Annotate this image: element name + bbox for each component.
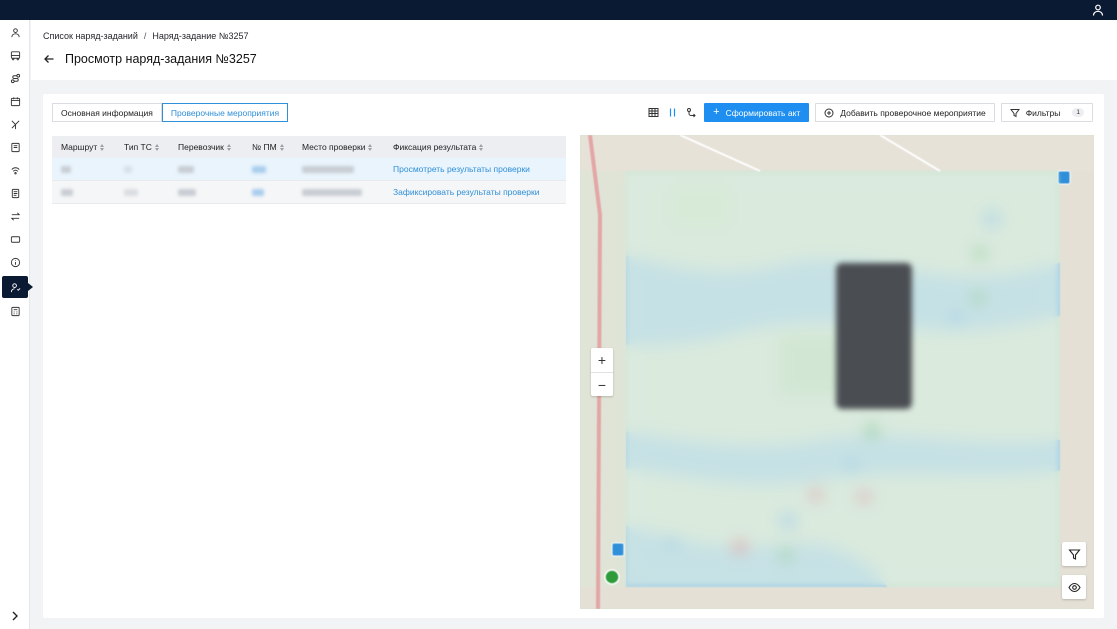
person-icon xyxy=(10,27,20,37)
sort-icon xyxy=(154,143,159,151)
inspection-place-cell xyxy=(293,165,384,173)
result-cell: Просмотреть результаты проверки xyxy=(384,164,566,174)
route-icon xyxy=(10,73,20,83)
zoom-in-button[interactable]: + xyxy=(591,348,613,372)
inspection-place-cell xyxy=(293,188,384,196)
sidebar-item-reports[interactable] xyxy=(2,182,28,204)
sidebar-item-profile[interactable] xyxy=(2,21,28,43)
map-popup-blurred xyxy=(836,263,912,409)
sidebar-item-calculator[interactable] xyxy=(2,300,28,322)
sort-icon xyxy=(100,143,105,151)
sidebar-item-schedule[interactable] xyxy=(2,90,28,112)
table-row[interactable]: Просмотреть результаты проверки xyxy=(52,158,566,181)
sort-icon xyxy=(368,143,373,151)
add-inspection-label: Добавить проверочное мероприятие xyxy=(840,107,986,118)
pm-number-cell xyxy=(243,165,293,173)
filters-label: Фильтры xyxy=(1025,107,1061,118)
map-visibility-button[interactable] xyxy=(1062,575,1086,599)
pm-number-cell xyxy=(243,188,293,196)
route-cell xyxy=(52,165,115,173)
sidebar-item-analytics[interactable] xyxy=(2,113,28,135)
user-icon[interactable] xyxy=(1091,3,1105,17)
add-inspection-button[interactable]: Добавить проверочное мероприятие xyxy=(815,103,995,122)
tab-inspection-events[interactable]: Проверочные мероприятия xyxy=(161,103,289,122)
columns-icon xyxy=(670,108,676,117)
card-icon xyxy=(10,235,20,243)
table-header: Маршрут Тип ТС Перевозчик № ПМ Место про… xyxy=(52,136,566,158)
sort-icon xyxy=(479,143,484,151)
page-header: Список наряд-заданий / Наряд-задание №32… xyxy=(31,20,1117,80)
filters-count-badge: 1 xyxy=(1072,108,1084,117)
breadcrumb-list-link[interactable]: Список наряд-заданий xyxy=(43,31,138,41)
branch-icon xyxy=(11,120,19,129)
back-arrow-icon[interactable] xyxy=(43,53,55,65)
expand-sidebar-icon[interactable] xyxy=(8,609,22,623)
sidebar-item-transfers[interactable] xyxy=(2,205,28,227)
document-icon xyxy=(11,188,19,198)
column-inspection-place[interactable]: Место проверки xyxy=(293,142,384,152)
result-cell: Зафиксировать результаты проверки xyxy=(384,187,566,197)
main-card: Основная информация Проверочные мероприя… xyxy=(43,94,1104,618)
generate-act-label: Сформировать акт xyxy=(725,107,801,118)
breadcrumb-current: Наряд-задание №3257 xyxy=(152,31,249,41)
route-cell xyxy=(52,188,115,196)
filters-button[interactable]: Фильтры 1 xyxy=(1000,103,1093,122)
carrier-cell xyxy=(169,165,243,173)
signal-icon xyxy=(10,166,20,174)
record-results-link[interactable]: Зафиксировать результаты проверки xyxy=(393,187,539,197)
column-result[interactable]: Фиксация результата xyxy=(384,142,566,152)
toolbar: + Сформировать акт Добавить проверочное … xyxy=(647,103,1093,122)
sidebar-item-tickets[interactable] xyxy=(2,228,28,250)
carrier-cell xyxy=(169,188,243,196)
breadcrumb-separator: / xyxy=(143,31,147,41)
sort-icon xyxy=(279,143,284,151)
column-route[interactable]: Маршрут xyxy=(52,142,115,152)
zoom-control: + − xyxy=(591,348,613,396)
calculator-icon xyxy=(10,306,20,316)
vehicle-type-cell xyxy=(115,165,169,173)
column-carrier[interactable]: Перевозчик xyxy=(169,142,243,152)
sidebar-item-routes[interactable] xyxy=(2,67,28,89)
tabs: Основная информация Проверочные мероприя… xyxy=(52,103,289,122)
vehicle-type-cell xyxy=(115,188,169,196)
table-row[interactable]: Зафиксировать результаты проверки xyxy=(52,181,566,204)
calendar-icon xyxy=(10,96,20,106)
sort-icon xyxy=(226,143,231,151)
plus-icon: + xyxy=(713,106,720,118)
view-results-link[interactable]: Просмотреть результаты проверки xyxy=(393,164,530,174)
zoom-out-button[interactable]: − xyxy=(591,372,613,396)
column-pm-number[interactable]: № ПМ xyxy=(243,142,293,152)
page-title: Просмотр наряд-задания №3257 xyxy=(65,52,257,66)
map-view-button[interactable] xyxy=(685,106,698,119)
info-icon xyxy=(10,257,20,267)
map-route-icon xyxy=(687,108,696,118)
map-filter-button[interactable] xyxy=(1062,542,1086,566)
bus-icon xyxy=(10,50,20,60)
sidebar-item-vehicles[interactable] xyxy=(2,44,28,66)
sidebar xyxy=(0,20,33,629)
tab-main-info[interactable]: Основная информация xyxy=(52,103,162,122)
map[interactable]: + − xyxy=(580,135,1094,609)
split-view-button[interactable] xyxy=(666,106,679,119)
eye-icon xyxy=(1067,582,1081,592)
inspector-icon xyxy=(10,282,20,292)
top-bar xyxy=(0,0,1117,20)
filter-icon xyxy=(1009,108,1020,117)
filter-icon xyxy=(1067,548,1081,560)
sidebar-item-info[interactable] xyxy=(2,251,28,273)
generate-act-button[interactable]: + Сформировать акт xyxy=(704,103,810,122)
book-icon xyxy=(10,142,20,152)
inspections-table: Маршрут Тип ТС Перевозчик № ПМ Место про… xyxy=(52,136,566,204)
sidebar-item-monitoring[interactable] xyxy=(2,159,28,181)
table-icon xyxy=(648,108,659,117)
breadcrumb: Список наряд-заданий / Наряд-задание №32… xyxy=(43,31,249,41)
add-circle-icon xyxy=(824,108,834,117)
table-view-button[interactable] xyxy=(647,106,660,119)
swap-icon xyxy=(10,212,20,220)
column-vehicle-type[interactable]: Тип ТС xyxy=(115,142,169,152)
sidebar-item-inspections[interactable] xyxy=(2,276,33,298)
sidebar-item-documents[interactable] xyxy=(2,136,28,158)
